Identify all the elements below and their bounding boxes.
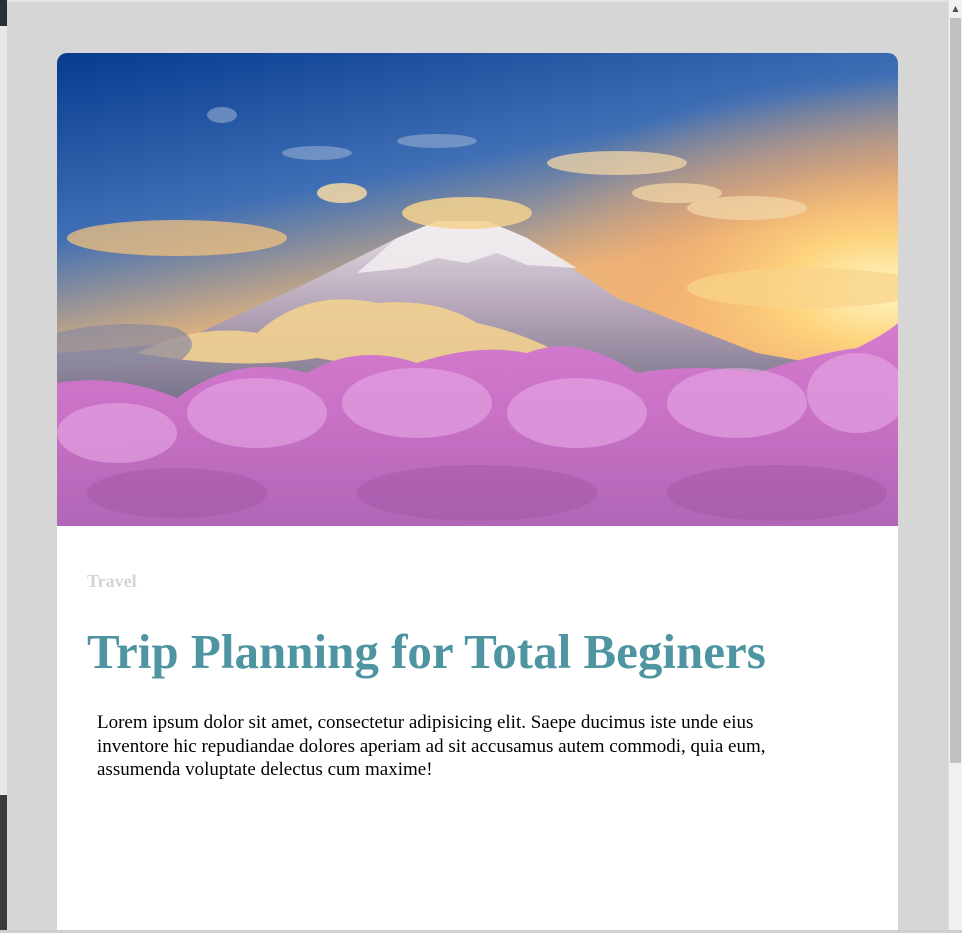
scroll-up-icon[interactable]: ▲: [949, 0, 962, 17]
article-body: Lorem ipsum dolor sit amet, consectetur …: [97, 712, 766, 780]
scrollbar-thumb[interactable]: [950, 18, 961, 763]
vertical-scrollbar[interactable]: ▲: [948, 0, 962, 933]
article-card[interactable]: Travel Trip Planning for Total Beginers …: [57, 53, 898, 933]
host-window-edge-bottom: [0, 795, 7, 933]
hero-image: [57, 53, 898, 526]
host-window-edge: [0, 0, 7, 933]
article-category: Travel: [87, 571, 137, 591]
article-title[interactable]: Trip Planning for Total Beginers: [87, 623, 766, 680]
viewport-top-border: [7, 0, 948, 2]
host-window-edge-top: [0, 0, 7, 26]
